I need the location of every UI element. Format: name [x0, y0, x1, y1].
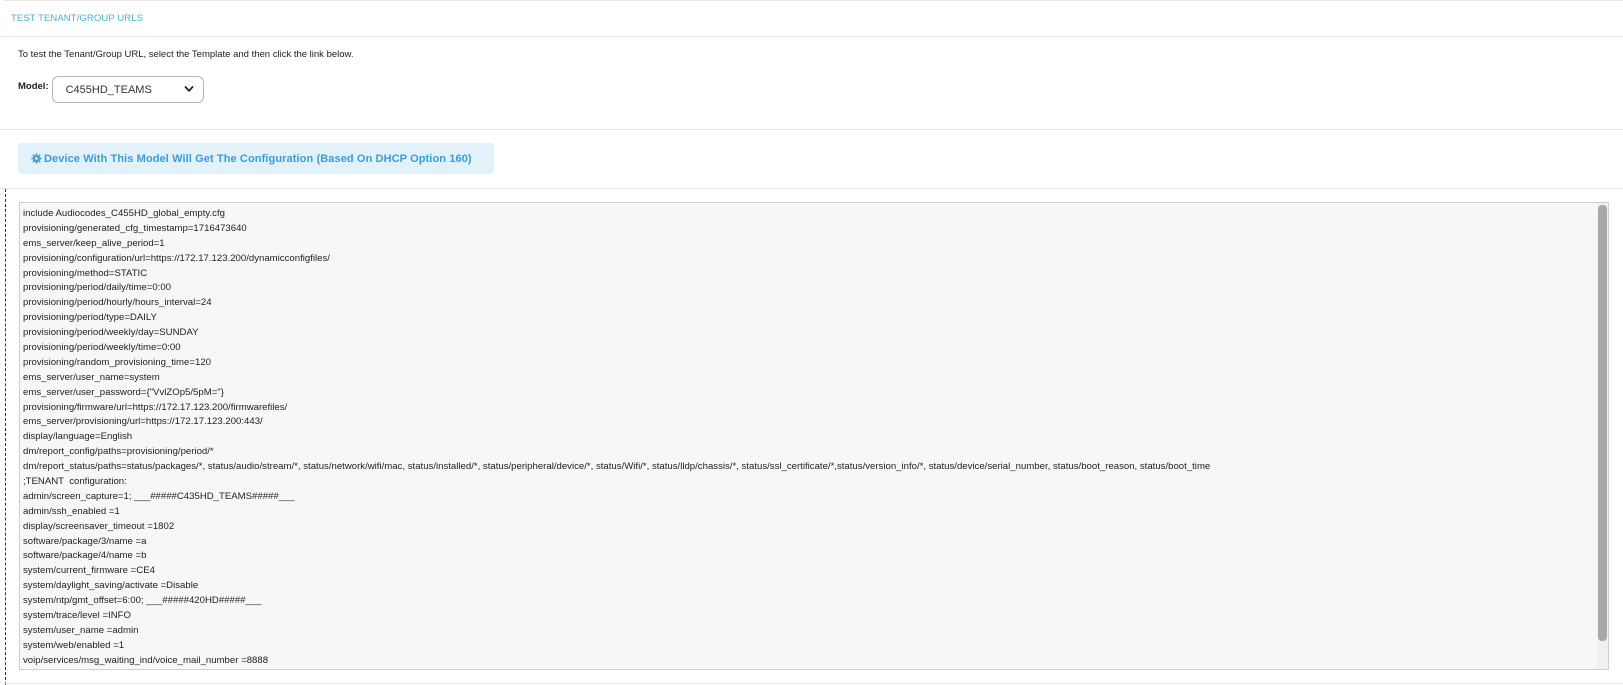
config-line: ems_server/user_password={"VvlZOp5/5pM="… [23, 386, 224, 398]
config-line: display/language=English [23, 431, 133, 443]
config-scrollbar-thumb[interactable] [1598, 205, 1607, 641]
model-label: Model: [18, 81, 49, 92]
instructions-text: To test the Tenant/Group URL, select the… [18, 49, 354, 60]
model-select[interactable]: C455HD_TEAMS [51, 76, 204, 103]
page: TEST TENANT/GROUP URLS To test the Tenan… [0, 0, 1623, 685]
config-line: provisioning/generated_cfg_timestamp=171… [23, 222, 247, 234]
section-header: TEST TENANT/GROUP URLS [0, 0, 1623, 37]
gear-icon [31, 153, 42, 164]
config-textarea[interactable]: include Audiocodes_C455HD_global_empty.c… [19, 202, 1609, 670]
divider [4, 683, 1623, 684]
device-config-link-label: Device With This Model Will Get The Conf… [44, 152, 472, 165]
config-line: software/package/4/name =b [23, 550, 147, 562]
config-line: provisioning/random_provisioning_time=12… [23, 356, 211, 368]
divider [0, 188, 1623, 189]
config-line: ems_server/provisioning/url=https://172.… [23, 416, 263, 428]
config-line: dm/report_config/paths=provisioning/peri… [23, 446, 214, 458]
model-row: Model: C455HD_TEAMS [18, 76, 204, 103]
config-line: provisioning/period/weekly/time=0:00 [23, 342, 181, 354]
config-line: dm/report_status/paths=status/packages/*… [23, 461, 1211, 473]
config-line: provisioning/firmware/url=https://172.17… [23, 401, 288, 413]
config-line: software/package/3/name =a [23, 535, 147, 547]
config-line: voip/services/msg_waiting_ind/voice_mail… [23, 654, 269, 666]
section-title: TEST TENANT/GROUP URLS [11, 13, 144, 24]
config-lines: include Audiocodes_C455HD_global_empty.c… [23, 207, 1210, 669]
config-line: ;TENANT configuration: [23, 476, 127, 488]
config-line: display/screensaver_timeout =1802 [23, 520, 175, 532]
config-scrollbar[interactable] [1597, 203, 1608, 669]
config-line: provisioning/period/type=DAILY [23, 312, 157, 324]
config-line: admin/screen_capture=1; ___#####C435HD_T… [23, 490, 295, 502]
config-line: provisioning/method=STATIC [23, 267, 148, 279]
device-config-link[interactable]: Device With This Model Will Get The Conf… [18, 143, 494, 174]
config-line: provisioning/period/hourly/hours_interva… [23, 297, 212, 309]
config-line: provisioning/configuration/url=https://1… [23, 252, 330, 264]
model-select-value: C455HD_TEAMS [65, 83, 152, 96]
config-line: system/trace/level =INFO [23, 610, 131, 622]
dashed-guide [5, 189, 6, 685]
config-line: system/daylight_saving/activate =Disable [23, 580, 199, 592]
config-line: admin/ssh_enabled =1 [23, 505, 120, 517]
config-line: ems_server/keep_alive_period=1 [23, 237, 165, 249]
config-line: provisioning/period/daily/time=0:00 [23, 282, 171, 294]
config-line: provisioning/period/weekly/day=SUNDAY [23, 327, 199, 339]
config-line: include Audiocodes_C455HD_global_empty.c… [23, 208, 225, 219]
config-line: system/ntp/gmt_offset=6:00; ___#####420H… [23, 595, 262, 607]
config-line: system/current_firmware =CE4 [23, 565, 155, 577]
config-line: system/web/enabled =1 [23, 639, 125, 651]
config-line: ems_server/user_name=system [23, 371, 160, 383]
divider [0, 129, 1623, 130]
config-line: system/user_name =admin [23, 624, 139, 636]
chevron-down-icon [184, 86, 194, 92]
